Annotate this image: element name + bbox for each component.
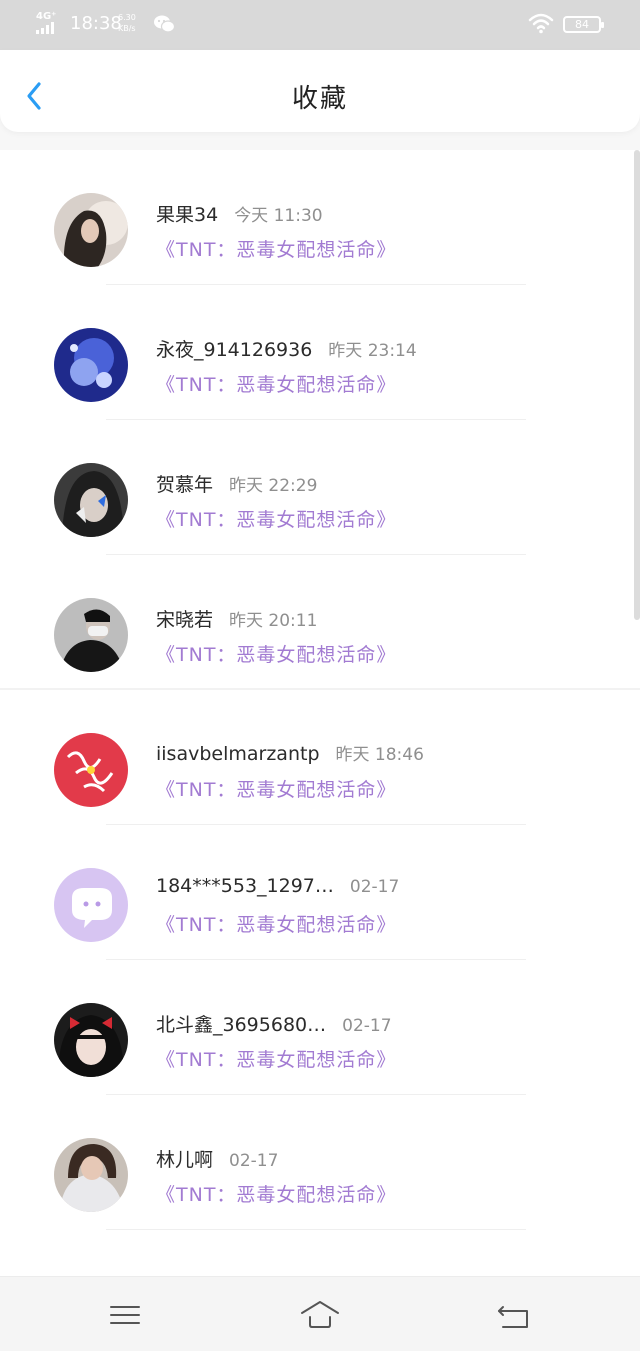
item-time: 昨天 22:29 — [229, 476, 318, 496]
item-time: 昨天 20:11 — [229, 611, 318, 631]
user-name: 永夜_914126936 — [156, 339, 313, 361]
avatar[interactable] — [54, 868, 128, 942]
status-bar: 4G⁺ 18:38 6.30 KB/s 84 — [0, 0, 640, 50]
book-title[interactable]: 《TNT：恶毒女配想活命》 — [156, 505, 396, 532]
system-nav-bar — [0, 1276, 640, 1351]
book-title[interactable]: 《TNT：恶毒女配想活命》 — [156, 370, 396, 397]
favorites-list[interactable]: 果果34 今天 11:30 《TNT：恶毒女配想活命》 永夜_914126936 昨… — [0, 150, 640, 1278]
item-time: 昨天 18:46 — [335, 745, 424, 765]
item-meta: 林儿啊 02-17 — [156, 1145, 278, 1172]
avatar[interactable] — [54, 598, 128, 672]
book-title[interactable]: 《TNT：恶毒女配想活命》 — [156, 910, 396, 937]
back-icon[interactable] — [495, 1299, 535, 1331]
book-title[interactable]: 《TNT：恶毒女配想活命》 — [156, 235, 396, 262]
avatar[interactable] — [54, 733, 128, 807]
speed-value: 6.30 — [118, 13, 136, 22]
book-title[interactable]: 《TNT：恶毒女配想活命》 — [156, 1045, 396, 1072]
list-item[interactable]: iisavbelmarzantp 昨天 18:46 《TNT：恶毒女配想活命》 — [0, 690, 632, 825]
list-item[interactable]: 184***553_1297… 02-17 《TNT：恶毒女配想活命》 — [0, 825, 632, 960]
list-item[interactable]: 北斗鑫_3695680… 02-17 《TNT：恶毒女配想活命》 — [0, 960, 632, 1095]
book-title[interactable]: 《TNT：恶毒女配想活命》 — [156, 775, 396, 802]
item-meta: 果果34 今天 11:30 — [156, 200, 323, 227]
user-name: 宋晓若 — [156, 609, 214, 631]
menu-icon[interactable] — [105, 1299, 145, 1331]
book-title[interactable]: 《TNT：恶毒女配想活命》 — [156, 640, 396, 667]
user-name: 林儿啊 — [156, 1149, 214, 1171]
network-speed: 6.30 KB/s — [118, 12, 136, 34]
signal-icon — [36, 22, 54, 34]
item-time: 02-17 — [342, 1016, 392, 1036]
network-type: 4G⁺ — [36, 11, 57, 22]
avatar[interactable] — [54, 328, 128, 402]
item-meta: 宋晓若 昨天 20:11 — [156, 605, 317, 632]
item-time: 昨天 23:14 — [328, 341, 417, 361]
user-name: 北斗鑫_3695680… — [156, 1014, 327, 1036]
avatar[interactable] — [54, 193, 128, 267]
user-name: 184***553_1297… — [156, 875, 334, 897]
list-item[interactable]: 贺慕年 昨天 22:29 《TNT：恶毒女配想活命》 — [0, 420, 632, 555]
item-meta: iisavbelmarzantp 昨天 18:46 — [156, 740, 424, 765]
list-item-partial[interactable] — [0, 1230, 632, 1278]
speed-unit: KB/s — [118, 24, 136, 33]
item-meta: 北斗鑫_3695680… 02-17 — [156, 1010, 392, 1037]
list-item[interactable]: 永夜_914126936 昨天 23:14 《TNT：恶毒女配想活命》 — [0, 285, 632, 420]
item-meta: 贺慕年 昨天 22:29 — [156, 470, 317, 497]
clock: 18:38 — [70, 13, 122, 34]
item-meta: 184***553_1297… 02-17 — [156, 875, 399, 897]
user-name: 果果34 — [156, 204, 219, 226]
avatar[interactable] — [54, 1138, 128, 1212]
battery-indicator: 84 — [563, 16, 604, 33]
home-icon[interactable] — [300, 1299, 340, 1331]
app-header: 收藏 — [0, 50, 640, 132]
scrollbar[interactable] — [634, 150, 640, 620]
wechat-icon — [154, 15, 175, 33]
avatar[interactable] — [54, 1003, 128, 1077]
book-title[interactable]: 《TNT：恶毒女配想活命》 — [156, 1180, 396, 1207]
item-time: 今天 11:30 — [234, 206, 323, 226]
list-item[interactable]: 林儿啊 02-17 《TNT：恶毒女配想活命》 — [0, 1095, 632, 1230]
item-meta: 永夜_914126936 昨天 23:14 — [156, 335, 417, 362]
item-time: 02-17 — [229, 1151, 279, 1171]
page-title: 收藏 — [291, 84, 348, 114]
user-name: iisavbelmarzantp — [156, 743, 320, 765]
wifi-icon — [528, 13, 554, 34]
list-item[interactable]: 果果34 今天 11:30 《TNT：恶毒女配想活命》 — [0, 150, 632, 285]
item-time: 02-17 — [349, 877, 400, 897]
user-name: 贺慕年 — [156, 474, 214, 496]
list-item[interactable]: 宋晓若 昨天 20:11 《TNT：恶毒女配想活命》 — [0, 555, 632, 690]
avatar[interactable] — [54, 463, 128, 537]
